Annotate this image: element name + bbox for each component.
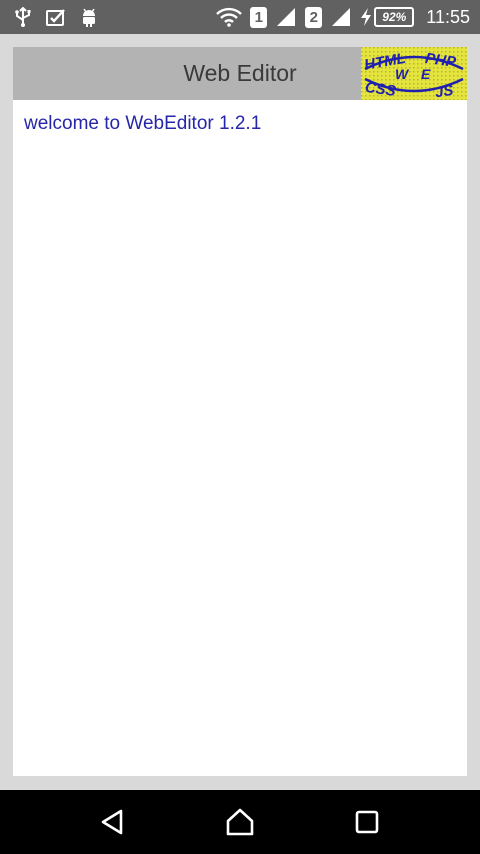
app-title-bar: Web Editor HTML PHP W E CSS JS (13, 47, 467, 100)
sim2-badge: 2 (305, 6, 323, 28)
welcome-message: welcome to WebEditor 1.2.1 (24, 113, 262, 134)
home-button[interactable] (210, 792, 270, 852)
navigation-bar (0, 790, 480, 854)
status-bar: 1 2 92% 11:55 (0, 0, 480, 34)
battery-level: 92% (374, 7, 415, 27)
webeditor-logo[interactable]: HTML PHP W E CSS JS (361, 47, 467, 100)
charging-icon (360, 8, 372, 26)
clock: 11:55 (426, 6, 470, 27)
signal-icon (330, 7, 352, 27)
logo-w-text: W (395, 66, 410, 82)
home-icon (226, 808, 254, 836)
recents-icon (355, 810, 378, 834)
clipboard-check-icon (46, 7, 66, 27)
usb-icon (14, 7, 32, 27)
recents-button[interactable] (337, 792, 397, 852)
page-title: Web Editor (183, 60, 297, 86)
signal-icon (275, 7, 297, 27)
sim1-badge: 1 (250, 6, 268, 28)
back-icon (102, 809, 123, 835)
logo-e-text: E (421, 66, 431, 82)
battery-indicator: 92% (360, 7, 415, 27)
android-debug-icon (80, 7, 98, 27)
back-button[interactable] (83, 792, 143, 852)
logo-js-text: JS (434, 82, 455, 100)
app-container: Web Editor HTML PHP W E CSS JS welcome t… (13, 47, 467, 776)
wifi-icon (216, 7, 243, 27)
